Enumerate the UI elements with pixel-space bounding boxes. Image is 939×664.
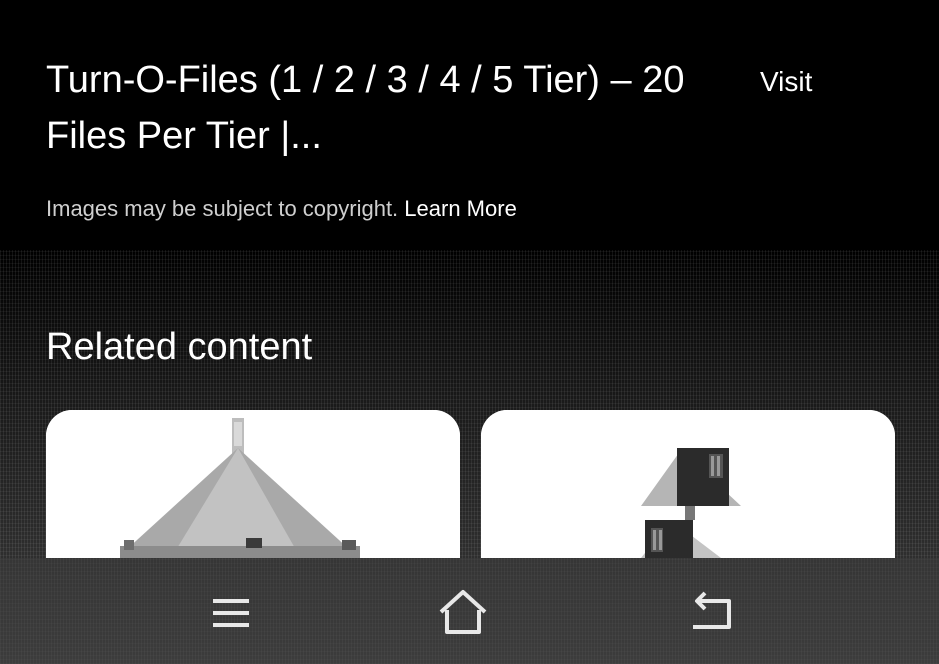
related-card[interactable] [481, 410, 895, 558]
file-rack-thumbnail [481, 410, 895, 558]
learn-more-link[interactable]: Learn More [404, 196, 517, 221]
screen: Turn-O-Files (1 / 2 / 3 / 4 / 5 Tier) – … [0, 0, 939, 664]
home-icon [439, 590, 487, 634]
copyright-notice: Images may be subject to copyright. Lear… [46, 196, 517, 222]
recent-apps-button[interactable] [196, 578, 266, 648]
back-icon [693, 591, 731, 629]
menu-icon [213, 599, 249, 627]
related-card[interactable] [46, 410, 460, 558]
result-title[interactable]: Turn-O-Files (1 / 2 / 3 / 4 / 5 Tier) – … [46, 52, 686, 164]
pyramid-shelf-thumbnail [46, 410, 460, 558]
copyright-text: Images may be subject to copyright. [46, 196, 399, 221]
related-content-heading: Related content [46, 326, 313, 368]
back-button[interactable] [676, 578, 746, 648]
home-button[interactable] [428, 578, 498, 648]
visit-button[interactable]: Visit [760, 66, 812, 98]
